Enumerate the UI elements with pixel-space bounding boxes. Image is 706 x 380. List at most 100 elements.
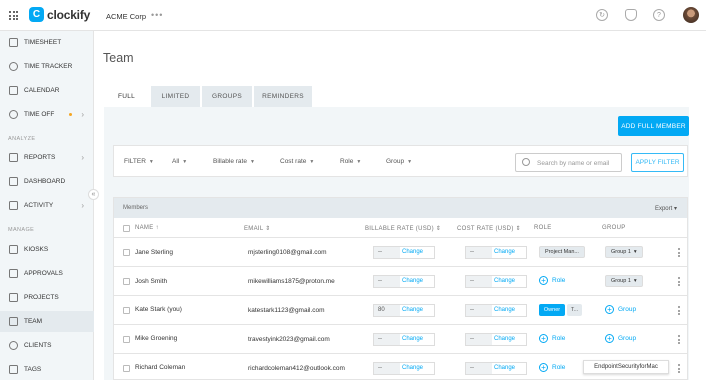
add-role-label: Role — [552, 335, 566, 342]
add-role-label: Role — [552, 364, 566, 371]
collapse-sidebar-icon[interactable]: « — [88, 189, 99, 200]
tab-full[interactable]: FULL — [104, 86, 149, 107]
add-role-button[interactable]: + Role — [539, 363, 565, 372]
extension-icon[interactable]: ↻ — [596, 9, 608, 21]
plus-icon: + — [539, 276, 548, 285]
sidebar-item-approvals[interactable]: APPROVALS — [0, 263, 94, 284]
sidebar-item-calendar[interactable]: CALENDAR — [0, 80, 94, 101]
table-row[interactable]: Kate Stark (you) katestark1123@gmail.com… — [114, 296, 687, 325]
sidebar-item-timesheet[interactable]: TIMESHEET — [0, 32, 94, 53]
group-badge[interactable]: Group 1 ▾ — [605, 275, 643, 287]
page-title: Team — [103, 51, 134, 65]
sidebar-item-tags[interactable]: TAGS — [0, 359, 94, 380]
sidebar-item-kiosks[interactable]: KIOSKS — [0, 239, 94, 260]
row-checkbox[interactable] — [123, 278, 130, 285]
row-menu-icon[interactable] — [678, 277, 680, 286]
change-cost-button[interactable]: Change — [494, 305, 515, 316]
change-billable-button[interactable]: Change — [402, 247, 423, 258]
group-badge[interactable]: Group 1 ▾ — [605, 246, 643, 258]
member-email: katestark1123@gmail.com — [248, 307, 325, 314]
activity-icon — [9, 201, 18, 210]
header-cost[interactable]: COST RATE (USD) ⇕ — [457, 225, 521, 232]
add-group-button[interactable]: + Group — [605, 305, 636, 314]
add-role-button[interactable]: + Role — [539, 334, 565, 343]
row-menu-icon[interactable] — [678, 248, 680, 257]
table-row[interactable]: Josh Smith mikewilliams1875@proton.me --… — [114, 267, 687, 296]
projects-icon — [9, 293, 18, 302]
change-cost-button[interactable]: Change — [494, 363, 515, 374]
filter-bar: FILTER ▼ All ▼ Billable rate ▼ Cost rate ▼ R… — [113, 145, 688, 177]
logo-mark-icon: C — [29, 7, 44, 22]
add-role-button[interactable]: + Role — [539, 276, 565, 285]
apps-grid-icon[interactable] — [9, 11, 18, 20]
filter-label[interactable]: FILTER ▼ — [124, 158, 154, 165]
reports-icon — [9, 153, 18, 162]
sidebar-item-dashboard[interactable]: DASHBOARD — [0, 171, 94, 192]
top-bar: C clockify ACME Corp ••• ↻ ? — [0, 0, 706, 31]
billable-filter-text: Billable rate — [213, 158, 247, 165]
change-cost-button[interactable]: Change — [494, 247, 515, 258]
row-menu-icon[interactable] — [678, 364, 680, 373]
table-row[interactable]: Jane Sterling mjsterling0108@gmail.com -… — [114, 238, 687, 267]
role-badge-more[interactable]: T... — [567, 304, 582, 316]
sidebar-item-projects[interactable]: PROJECTS — [0, 287, 94, 308]
table-row[interactable]: Mike Groening travestyink2023@gmail.com … — [114, 325, 687, 354]
change-cost-button[interactable]: Change — [494, 276, 515, 287]
sidebar-item-activity[interactable]: ACTIVITY › — [0, 195, 94, 216]
avatar[interactable] — [683, 7, 699, 23]
group-filter[interactable]: Group ▼ — [386, 158, 412, 165]
member-name: Richard Coleman — [135, 364, 186, 371]
sidebar-item-reports[interactable]: REPORTS › — [0, 147, 94, 168]
sidebar-item-clients[interactable]: CLIENTS — [0, 335, 94, 356]
app-name: clockify — [47, 7, 91, 22]
row-checkbox[interactable] — [123, 365, 130, 372]
workspace-menu-icon[interactable]: ••• — [151, 10, 163, 20]
sidebar-item-label: TEAM — [24, 318, 43, 325]
header-email[interactable]: EMAIL ⇕ — [244, 225, 271, 232]
export-button[interactable]: Export ▾ — [655, 205, 677, 212]
change-billable-button[interactable]: Change — [402, 334, 423, 345]
tab-limited[interactable]: LIMITED — [151, 86, 200, 107]
sidebar-item-time-tracker[interactable]: TIME TRACKER — [0, 56, 94, 77]
sidebar-item-label: REPORTS — [24, 154, 56, 161]
sidebar-item-time-off[interactable]: TIME OFF › — [0, 104, 94, 125]
role-badge-owner[interactable]: Owner — [539, 304, 565, 316]
row-menu-icon[interactable] — [678, 335, 680, 344]
add-full-member-button[interactable]: ADD FULL MEMBER — [618, 116, 689, 136]
plus-icon: + — [539, 363, 548, 372]
search-input[interactable]: Search by name or email — [515, 153, 622, 172]
sort-up-icon: ↑ — [155, 225, 159, 231]
caret-down-icon: ▼ — [407, 159, 413, 165]
timesheet-icon — [9, 38, 18, 47]
status-filter[interactable]: All ▼ — [172, 158, 187, 165]
select-all-checkbox[interactable] — [123, 225, 130, 232]
app-logo[interactable]: C clockify — [29, 7, 90, 22]
role-badge[interactable]: Project Man... — [539, 246, 585, 258]
add-group-button[interactable]: + Group — [605, 334, 636, 343]
row-checkbox[interactable] — [123, 307, 130, 314]
row-menu-icon[interactable] — [678, 306, 680, 315]
change-billable-button[interactable]: Change — [402, 276, 423, 287]
filter-label-text: FILTER — [124, 158, 146, 165]
kiosk-icon — [9, 245, 18, 254]
sidebar-item-team[interactable]: TEAM — [0, 311, 94, 332]
apply-filter-button[interactable]: APPLY FILTER — [631, 153, 684, 172]
help-icon[interactable]: ? — [653, 9, 665, 21]
tab-reminders[interactable]: REMINDERS — [254, 86, 312, 107]
bell-icon[interactable] — [625, 9, 637, 21]
billable-rate-filter[interactable]: Billable rate ▼ — [213, 158, 255, 165]
tab-groups[interactable]: GROUPS — [202, 86, 252, 107]
cost-rate: -- Change — [465, 275, 527, 288]
change-cost-button[interactable]: Change — [494, 334, 515, 345]
header-billable[interactable]: BILLABLE RATE (USD) ⇕ — [365, 225, 441, 232]
role-filter[interactable]: Role ▼ — [340, 158, 361, 165]
members-table: Members Export ▾ NAME ↑ EMAIL ⇕ BILLABLE… — [113, 197, 688, 380]
row-checkbox[interactable] — [123, 249, 130, 256]
change-billable-button[interactable]: Change — [402, 305, 423, 316]
header-name[interactable]: NAME ↑ — [135, 225, 159, 231]
row-checkbox[interactable] — [123, 336, 130, 343]
change-billable-button[interactable]: Change — [402, 363, 423, 374]
cost-rate-filter[interactable]: Cost rate ▼ — [280, 158, 314, 165]
tooltip: EndpointSecurityforMac — [583, 360, 669, 374]
workspace-name[interactable]: ACME Corp — [106, 12, 146, 21]
